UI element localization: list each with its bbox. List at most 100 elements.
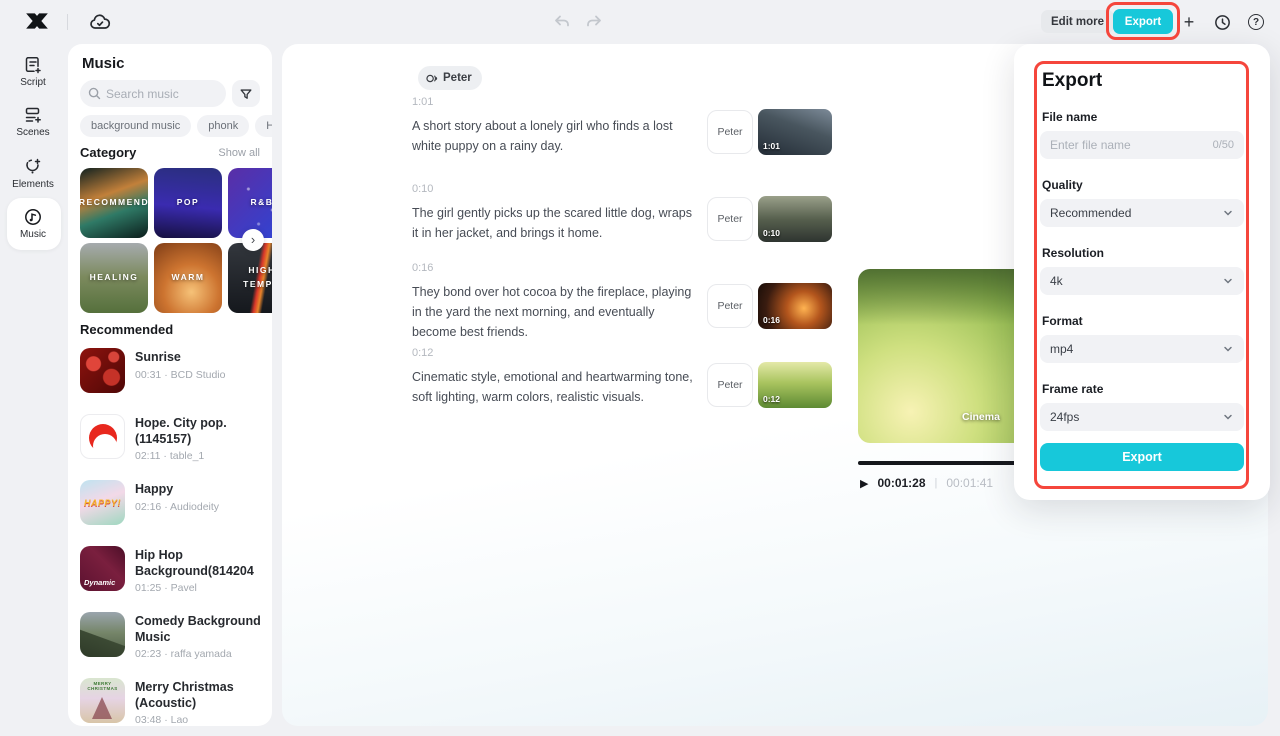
add-icon[interactable]: + [1179,12,1199,32]
sidebar-item-label: Script [4,77,62,88]
show-all-link[interactable]: Show all [218,147,260,159]
edit-more-button[interactable]: Edit more [1041,10,1114,33]
music-panel-title: Music [82,55,125,72]
block-speaker-button[interactable]: Peter [707,110,753,154]
export-confirm-button[interactable]: Export [1040,443,1244,471]
format-label: Format [1042,314,1083,328]
block-video-thumbnail[interactable]: 0:10 [758,196,832,242]
script-block: 0:16 They bond over hot cocoa by the fir… [412,262,837,342]
block-timestamp: 0:12 [412,347,837,359]
category-tile-label: RECOMMEND [80,196,148,210]
category-tile-recommend[interactable]: RECOMMEND [80,168,148,238]
category-tile-rnb[interactable]: R&B [228,168,272,238]
category-next-button[interactable]: › [242,229,264,251]
sidebar-item-elements[interactable]: Elements [4,157,62,190]
track-item[interactable]: MERRY CHRISTMAS Merry Christmas (Acousti… [80,678,264,726]
block-text[interactable]: They bond over hot cocoa by the fireplac… [412,282,700,342]
frame-rate-value: 24fps [1050,410,1079,424]
track-item[interactable]: Dynamic Hip Hop Background(814204 01:25 … [80,546,264,602]
block-timestamp: 1:01 [412,96,837,108]
artwork-label: MERRY CHRISTMAS [83,681,122,691]
frame-rate-select[interactable]: 24fps [1040,403,1244,431]
filter-icon [239,87,253,101]
sidebar-item-script[interactable]: Script [4,55,62,88]
search-input[interactable] [106,87,216,101]
topbar-divider [67,14,68,30]
thumbnail-duration-badge: 0:16 [763,315,780,325]
resolution-value: 4k [1050,274,1063,288]
file-name-field-wrap: 0/50 [1040,131,1244,159]
music-tags: background music phonk Ha [80,115,272,137]
export-button[interactable]: Export [1113,9,1173,34]
category-tile-label: POP [177,196,199,210]
block-video-thumbnail[interactable]: 0:16 [758,283,832,329]
block-text[interactable]: The girl gently picks up the scared litt… [412,203,700,243]
recommended-heading: Recommended [80,322,173,337]
export-panel-title: Export [1042,70,1102,92]
track-meta: 03:48 · Lao [135,714,261,726]
block-timestamp: 0:16 [412,262,837,274]
category-tile-healing[interactable]: HEALING [80,243,148,313]
track-meta: 02:23 · raffa yamada [135,648,261,660]
category-tile-label: HIGH TEMPO [228,264,272,291]
tag-chip[interactable]: phonk [197,115,249,137]
tag-chip[interactable]: background music [80,115,191,137]
track-meta: 02:16 · Audiodeity [135,501,261,513]
char-counter: 0/50 [1213,139,1234,151]
block-video-thumbnail[interactable]: 0:12 [758,362,832,408]
track-title: Happy [135,482,261,498]
track-item[interactable]: Comedy Background Music 02:23 · raffa ya… [80,612,264,668]
history-icon[interactable] [1212,12,1232,32]
total-time: 00:01:41 [946,476,993,490]
quality-value: Recommended [1050,206,1131,220]
sidebar-item-label: Music [4,229,62,240]
category-heading: Category [80,145,136,160]
track-item[interactable]: Sunrise 00:31 · BCD Studio [80,348,264,404]
music-search[interactable] [80,80,226,107]
block-timestamp: 0:10 [412,183,837,195]
track-title: Hip Hop Background(814204 [135,548,261,579]
category-tile-label: R&B [251,196,272,210]
voice-icon [425,72,438,85]
resolution-select[interactable]: 4k [1040,267,1244,295]
format-select[interactable]: mp4 [1040,335,1244,363]
tag-chip[interactable]: Ha [255,115,272,137]
thumbnail-duration-badge: 0:10 [763,228,780,238]
block-speaker-button[interactable]: Peter [707,197,753,241]
play-button[interactable]: ▶ [860,477,868,490]
filter-button[interactable] [232,80,260,107]
help-icon[interactable]: ? [1246,12,1266,32]
block-text[interactable]: A short story about a lonely girl who fi… [412,116,700,156]
category-tile-warm[interactable]: WARM [154,243,222,313]
track-item[interactable]: HAPPY! Happy 02:16 · Audiodeity [80,480,264,536]
voice-speaker-chip[interactable]: Peter [418,66,482,90]
block-text[interactable]: Cinematic style, emotional and heartwarm… [412,367,700,407]
thumbnail-duration-badge: 1:01 [763,141,780,151]
quality-select[interactable]: Recommended [1040,199,1244,227]
block-video-thumbnail[interactable]: 1:01 [758,109,832,155]
track-meta: 01:25 · Pavel [135,582,261,594]
script-block: 1:01 A short story about a lonely girl w… [412,96,837,156]
cloud-sync-icon[interactable] [88,10,112,34]
player-controls: ▶ 00:01:28 | 00:01:41 [860,476,993,490]
block-speaker-button[interactable]: Peter [707,363,753,407]
capcut-logo-icon [24,10,50,32]
track-item[interactable]: Hope. City pop. (1145157) 02:11 · table_… [80,414,264,470]
artwork-label: HAPPY! [84,498,121,508]
file-name-input[interactable] [1050,138,1213,152]
sidebar-item-music[interactable]: Music [4,207,62,240]
export-panel: Export File name 0/50 Quality Recommende… [1014,44,1270,500]
thumbnail-duration-badge: 0:12 [763,394,780,404]
category-tile-pop[interactable]: POP [154,168,222,238]
track-meta: 02:11 · table_1 [135,450,261,462]
script-block: 0:12 Cinematic style, emotional and hear… [412,347,837,407]
redo-icon[interactable] [584,12,604,32]
block-speaker-button[interactable]: Peter [707,284,753,328]
undo-icon[interactable] [552,12,572,32]
category-tile-high-tempo[interactable]: HIGH TEMPO [228,243,272,313]
sidebar-item-scenes[interactable]: Scenes [4,105,62,138]
file-name-label: File name [1042,110,1097,124]
format-value: mp4 [1050,342,1073,356]
track-title: Hope. City pop. (1145157) [135,416,261,447]
chevron-down-icon [1222,207,1234,219]
